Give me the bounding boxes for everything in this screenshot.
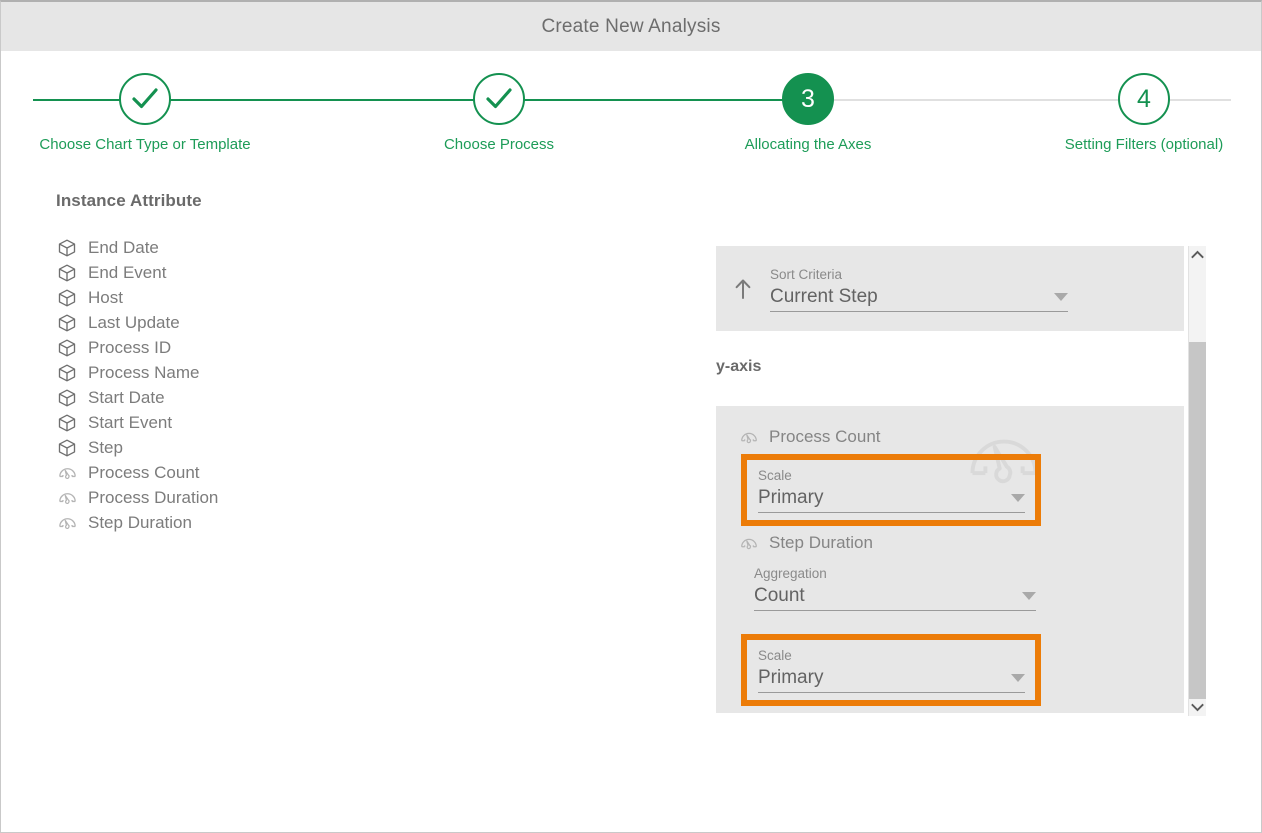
attribute-label: Start Date — [88, 388, 165, 408]
list-item[interactable]: Process Duration — [56, 485, 656, 510]
attribute-label: Process Duration — [88, 488, 218, 508]
instance-attribute-title: Instance Attribute — [56, 191, 656, 211]
stepper-label-3: Allocating the Axes — [696, 136, 920, 153]
aggregation-select[interactable]: Count — [754, 585, 1036, 611]
chevron-down-icon — [1011, 494, 1025, 502]
scale-field-step-duration: Scale Primary — [758, 648, 1025, 693]
scroll-up-button[interactable] — [1189, 246, 1206, 263]
list-item[interactable]: Last Update — [56, 310, 656, 335]
list-item[interactable]: Process Name — [56, 360, 656, 385]
gauge-icon — [56, 462, 78, 484]
scale-label: Scale — [758, 468, 1025, 483]
stepper-step-4-number: 4 — [1137, 87, 1151, 112]
aggregation-field-step-duration: Aggregation Count — [754, 566, 1036, 611]
stepper-line-4 — [1164, 99, 1231, 101]
list-item[interactable]: End Date — [56, 235, 656, 260]
attribute-list: End Date End Event Host — [56, 235, 656, 535]
cube-icon — [56, 362, 78, 384]
stepper-step-4[interactable]: 4 — [1118, 73, 1170, 125]
scale-value: Primary — [758, 667, 823, 689]
axis-scroll-viewport: Sort Criteria Current Step y-axis — [716, 246, 1188, 716]
stepper-step-3[interactable]: 3 — [782, 73, 834, 125]
check-icon — [130, 86, 160, 112]
list-item[interactable]: Process Count — [56, 460, 656, 485]
scrollbar-thumb[interactable] — [1189, 342, 1206, 699]
chevron-down-icon — [1054, 293, 1068, 301]
attribute-label: End Event — [88, 263, 166, 283]
list-item[interactable]: Host — [56, 285, 656, 310]
gauge-icon — [56, 512, 78, 534]
attribute-label: End Date — [88, 238, 159, 258]
chevron-up-icon — [1191, 250, 1204, 259]
scale-label: Scale — [758, 648, 1025, 663]
stepper-line-1 — [166, 99, 506, 101]
list-item[interactable]: End Event — [56, 260, 656, 285]
scale-value: Primary — [758, 487, 823, 509]
cube-icon — [56, 437, 78, 459]
sort-criteria-select[interactable]: Current Step — [770, 286, 1068, 312]
y-axis-section-title: y-axis — [716, 358, 761, 376]
arrow-up-icon[interactable] — [716, 277, 770, 301]
attribute-label: Start Event — [88, 413, 172, 433]
gauge-icon — [738, 532, 760, 554]
axis-configuration-panel: Sort Criteria Current Step y-axis — [716, 246, 1206, 716]
cube-icon — [56, 412, 78, 434]
gauge-icon — [738, 426, 760, 448]
list-item[interactable]: Start Date — [56, 385, 656, 410]
scale-select[interactable]: Primary — [758, 667, 1025, 693]
list-item[interactable]: Step Duration — [56, 510, 656, 535]
chevron-down-icon — [1022, 592, 1036, 600]
attribute-label: Step Duration — [88, 513, 192, 533]
dialog-footer: CANCEL BACK NEXT CREATE ANALYSIS — [1, 750, 1261, 832]
cube-icon — [56, 237, 78, 259]
wizard-stepper: Choose Chart Type or Template Choose Pro… — [1, 51, 1261, 171]
measure-header-step-duration[interactable]: Step Duration — [738, 532, 873, 554]
cube-icon — [56, 337, 78, 359]
stepper-step-3-number: 3 — [801, 87, 815, 112]
stepper-label-1: Choose Chart Type or Template — [33, 136, 257, 153]
aggregation-label: Aggregation — [754, 566, 1036, 581]
attribute-label: Process Name — [88, 363, 199, 383]
dialog-body: Choose Chart Type or Template Choose Pro… — [0, 51, 1262, 833]
stepper-label-2: Choose Process — [387, 136, 611, 153]
sort-criteria-field: Sort Criteria Current Step — [770, 265, 1068, 312]
stepper-line-2 — [521, 99, 786, 101]
cube-icon — [56, 387, 78, 409]
list-item[interactable]: Step — [56, 435, 656, 460]
cube-icon — [56, 262, 78, 284]
dialog-title: Create New Analysis — [541, 16, 720, 38]
measure-header-process-count[interactable]: Process Count — [738, 426, 881, 448]
dialog-titlebar: Create New Analysis — [0, 0, 1262, 51]
measure-name: Step Duration — [769, 533, 873, 553]
attribute-label: Host — [88, 288, 123, 308]
check-icon — [484, 86, 514, 112]
sort-criteria-value: Current Step — [770, 286, 878, 308]
axis-panel-scrollbar[interactable] — [1188, 246, 1206, 716]
scale-select[interactable]: Primary — [758, 487, 1025, 513]
scroll-down-button[interactable] — [1189, 699, 1206, 716]
attribute-label: Last Update — [88, 313, 180, 333]
attribute-label: Step — [88, 438, 123, 458]
cube-icon — [56, 287, 78, 309]
stepper-line-3 — [831, 99, 1121, 101]
measure-name: Process Count — [769, 427, 881, 447]
chevron-down-icon — [1191, 703, 1204, 712]
y-axis-card: Process Count Scale Primary — [716, 406, 1184, 713]
list-item[interactable]: Start Event — [56, 410, 656, 435]
sort-criteria-label: Sort Criteria — [770, 267, 1068, 282]
attribute-label: Process Count — [88, 463, 200, 483]
attribute-label: Process ID — [88, 338, 171, 358]
list-item[interactable]: Process ID — [56, 335, 656, 360]
create-analysis-dialog: Create New Analysis Choose Chart Type or… — [0, 0, 1262, 833]
stepper-step-1[interactable] — [119, 73, 171, 125]
aggregation-value: Count — [754, 585, 805, 607]
gauge-icon — [56, 487, 78, 509]
scale-field-process-count: Scale Primary — [758, 468, 1025, 513]
stepper-step-2[interactable] — [473, 73, 525, 125]
chevron-down-icon — [1011, 674, 1025, 682]
stepper-label-4: Setting Filters (optional) — [1032, 136, 1256, 153]
instance-attribute-panel: Instance Attribute End Date End Event — [56, 191, 656, 535]
sort-criteria-card: Sort Criteria Current Step — [716, 246, 1184, 331]
cube-icon — [56, 312, 78, 334]
